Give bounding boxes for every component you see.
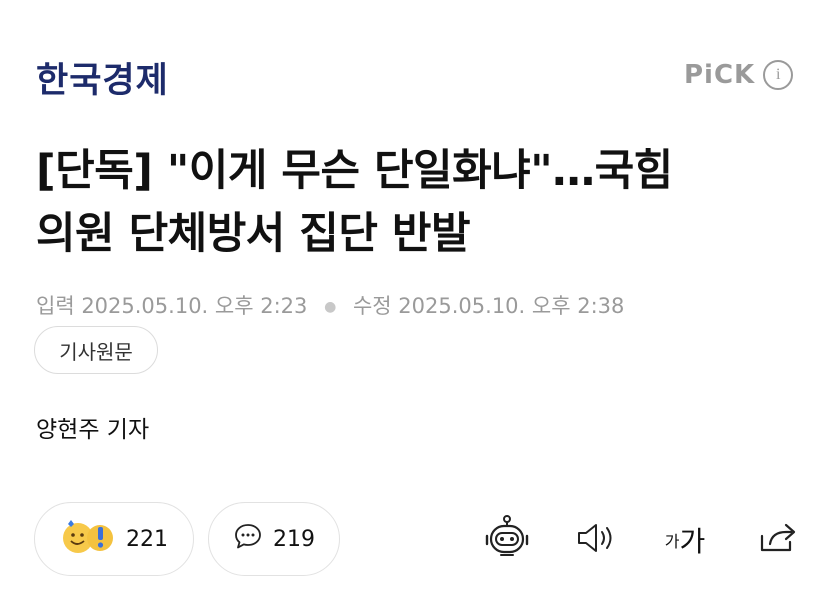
- article-title: [단독] "이게 무슨 단일화냐"…국힘 의원 단체방서 집단 반발: [36, 140, 816, 266]
- press-logo[interactable]: 한국경제: [36, 52, 169, 103]
- comment-count: 219: [273, 526, 315, 552]
- reaction-count: 221: [126, 526, 168, 552]
- font-size-button[interactable]: 가 가: [660, 515, 710, 565]
- info-icon[interactable]: i: [763, 60, 794, 90]
- share-icon: [758, 520, 798, 560]
- reaction-button[interactable]: 221: [34, 502, 194, 576]
- article-dates: 입력 2025.05.10. 오후 2:23 ● 수정 2025.05.10. …: [36, 290, 624, 320]
- separator-dot: ●: [324, 299, 337, 315]
- title-line-1: [단독] "이게 무슨 단일화냐"…국힘: [36, 146, 673, 196]
- article-header: 한국경제 PiCK i: [0, 0, 835, 120]
- pick-badge[interactable]: PiCK i: [684, 60, 794, 90]
- original-article-button[interactable]: 기사원문: [34, 326, 158, 374]
- text-to-speech-button[interactable]: [574, 515, 618, 565]
- summary-bot-button[interactable]: [482, 515, 532, 565]
- comment-button[interactable]: 219: [208, 502, 340, 576]
- font-size-big-glyph: 가: [679, 525, 706, 558]
- updated-date: 수정 2025.05.10. 오후 2:38: [352, 294, 625, 318]
- published-date: 입력 2025.05.10. 오후 2:23: [36, 294, 308, 318]
- share-button[interactable]: [756, 515, 800, 565]
- speech-bubble-icon: [233, 521, 263, 557]
- robot-icon: [483, 514, 531, 566]
- title-line-2: 의원 단체방서 집단 반발: [36, 209, 471, 259]
- reaction-emoji-icon: [60, 516, 116, 562]
- pick-label: PiCK: [684, 60, 756, 90]
- reporter-name[interactable]: 양현주 기자: [36, 410, 149, 444]
- font-size-small-glyph: 가: [664, 532, 680, 551]
- speaker-icon: [575, 520, 617, 560]
